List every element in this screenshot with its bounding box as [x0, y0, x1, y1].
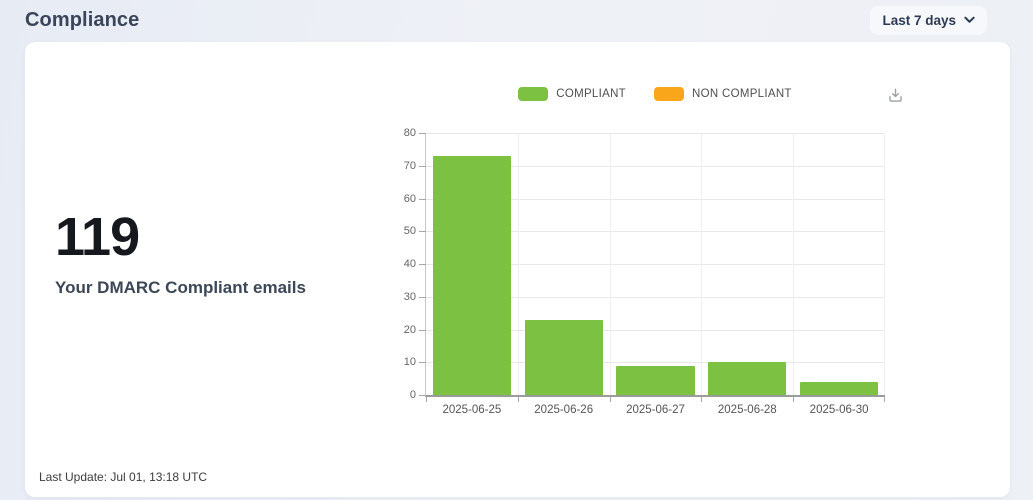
- x-grid-line: [793, 133, 795, 395]
- legend-swatch: [654, 87, 685, 101]
- y-axis-tick: [419, 264, 426, 265]
- chart-legend: COMPLIANT NON COMPLIANT: [425, 86, 885, 102]
- x-tick-label: 2025-06-25: [442, 404, 502, 416]
- bar-2025-06-25: [432, 155, 511, 395]
- last-update-text: Last Update: Jul 01, 13:18 UTC: [39, 470, 208, 484]
- y-tick-label: 20: [403, 323, 416, 336]
- compliant-count-label: Your DMARC Compliant emails: [55, 278, 306, 297]
- x-tick-label: 2025-06-27: [626, 404, 685, 416]
- compliant-stat: 119 Your DMARC Compliant emails: [55, 210, 405, 298]
- x-grid-line: [701, 133, 703, 395]
- y-tick-label: 50: [403, 225, 416, 238]
- legend-label: COMPLIANT: [556, 88, 627, 100]
- y-axis-tick: [419, 329, 426, 331]
- bar-2025-06-30: [800, 381, 879, 395]
- y-axis-tick: [419, 395, 426, 396]
- date-range-selector[interactable]: Last 7 days: [870, 5, 987, 35]
- legend-item-compliant[interactable]: COMPLIANT: [518, 87, 626, 101]
- y-axis-tick: [419, 133, 426, 134]
- y-tick-label: 10: [403, 356, 416, 369]
- legend-item-non-compliant[interactable]: NON COMPLIANT: [654, 87, 792, 101]
- x-tick-label: 2025-06-28: [717, 404, 777, 416]
- y-tick-label: 70: [403, 159, 416, 172]
- legend-label: NON COMPLIANT: [692, 88, 792, 100]
- y-axis-tick: [419, 362, 426, 364]
- chart-plot: 0 10 20 30 40 50 60 70 80 2025-06-25 2025-06-26 202…: [404, 127, 885, 416]
- x-tick-label: 2025-06-30: [809, 404, 869, 416]
- x-axis-tick: [426, 397, 427, 402]
- bar-2025-06-26: [524, 319, 603, 395]
- y-axis-tick: [419, 198, 426, 200]
- y-tick-label: 40: [403, 258, 416, 270]
- x-grid-line: [884, 133, 885, 395]
- x-grid-line: [609, 133, 611, 395]
- y-axis-tick: [419, 231, 426, 233]
- date-range-label: Last 7 days: [882, 12, 956, 28]
- y-tick-label: 0: [409, 389, 416, 401]
- page-title: Compliance: [25, 8, 140, 31]
- x-axis-tick: [884, 397, 885, 402]
- legend-swatch: [518, 87, 549, 101]
- x-axis-tick: [793, 397, 795, 402]
- x-tick-label: 2025-06-26: [534, 404, 594, 416]
- top-bar: Compliance Last 7 days: [0, 0, 1033, 40]
- bar-2025-06-27: [616, 365, 695, 395]
- x-axis-tick: [701, 397, 703, 402]
- y-axis-tick: [419, 296, 426, 298]
- compliant-count: 119: [55, 207, 140, 267]
- download-chart-button[interactable]: [883, 84, 907, 108]
- x-grid-line: [517, 133, 519, 395]
- compliance-card: 119 Your DMARC Compliant emails COMPLIAN…: [25, 42, 1010, 497]
- y-tick-label: 80: [403, 127, 416, 139]
- chevron-down-icon: [964, 16, 975, 24]
- download-icon: [886, 86, 905, 105]
- y-grid-line: [426, 133, 885, 134]
- y-tick-label: 30: [403, 290, 416, 303]
- x-axis-tick: [517, 397, 519, 402]
- bar-2025-06-28: [708, 362, 787, 395]
- x-axis-tick: [609, 397, 611, 402]
- y-tick-label: 60: [403, 192, 416, 205]
- y-axis-tick: [419, 165, 426, 167]
